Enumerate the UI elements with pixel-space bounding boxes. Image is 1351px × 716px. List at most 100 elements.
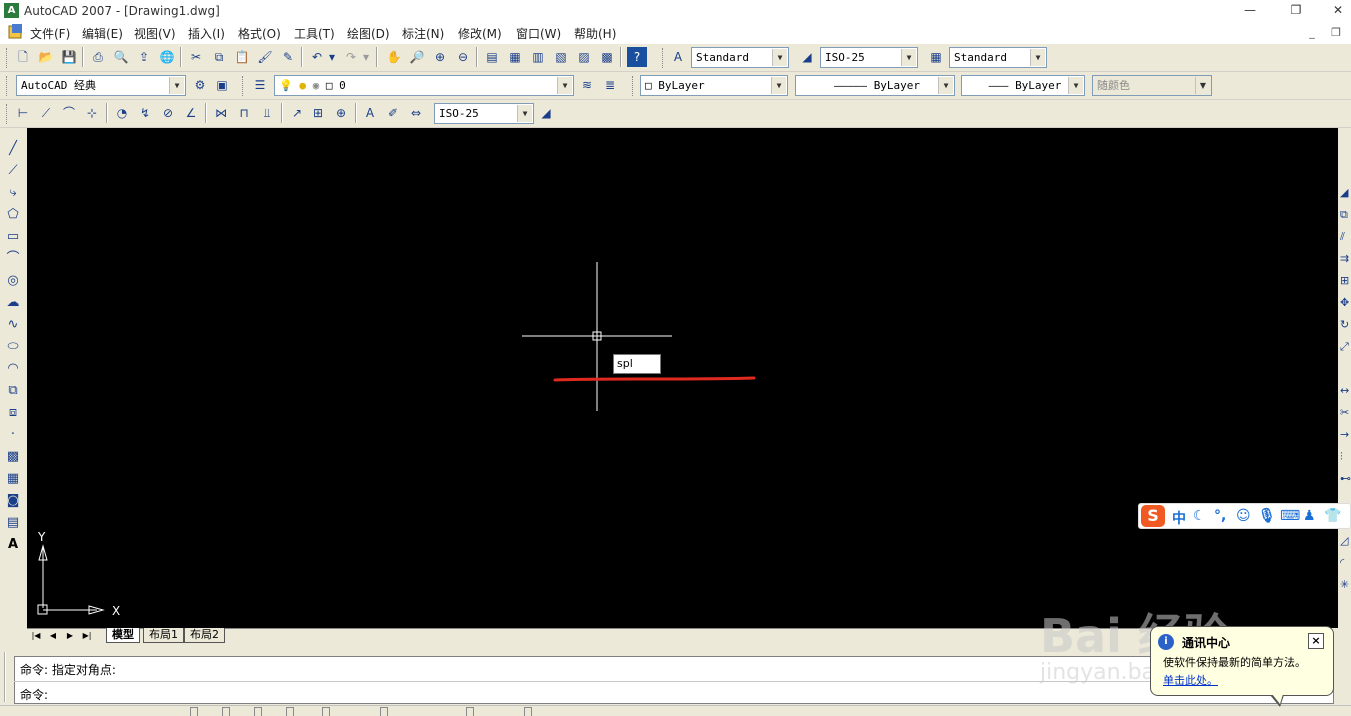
status-otrack-button[interactable] <box>380 707 388 716</box>
spline-icon[interactable]: ∿ <box>2 314 24 335</box>
hatch-icon[interactable]: ▩ <box>2 446 24 467</box>
status-model-button[interactable] <box>524 707 532 716</box>
dynamic-input-tooltip[interactable]: spl <box>613 354 661 374</box>
sogou-logo-icon[interactable]: S <box>1141 505 1165 527</box>
baseline-icon[interactable]: ⊓ <box>234 103 254 123</box>
leader-icon[interactable]: ↗ <box>287 103 307 123</box>
diameter-icon[interactable]: ⊘ <box>158 103 178 123</box>
status-osnap-button[interactable] <box>322 707 330 716</box>
layer-previous-icon[interactable]: ≣ <box>600 75 620 95</box>
construction-line-icon[interactable]: ⟋ <box>2 160 24 181</box>
trim-icon[interactable]: ✂ <box>1340 406 1351 424</box>
minimize-button[interactable]: — <box>1227 0 1273 22</box>
circle-icon[interactable]: ◎ <box>2 270 24 291</box>
publish-icon[interactable]: ⇪ <box>134 47 154 67</box>
make-block-icon[interactable]: ⧈ <box>2 402 24 423</box>
status-snap-button[interactable] <box>190 707 198 716</box>
zoom-realtime-icon[interactable]: 🔎 <box>407 47 427 67</box>
ellipse-arc-icon[interactable]: ◠ <box>2 358 24 379</box>
last-tab-button[interactable]: ▶| <box>80 629 94 643</box>
update-dim-icon[interactable]: ⇔ <box>406 103 426 123</box>
shirt-icon[interactable]: 👕 <box>1324 508 1341 524</box>
polygon-icon[interactable]: ⬠ <box>2 204 24 225</box>
markup-icon[interactable]: ▨ <box>574 47 594 67</box>
command-window-grip[interactable] <box>4 652 10 702</box>
dimedit-icon[interactable]: A <box>360 103 380 123</box>
stretch-icon[interactable]: ↔ <box>1340 384 1351 402</box>
menu-window[interactable]: 窗口(W) <box>516 25 561 42</box>
fillet-icon[interactable]: ◜ <box>1340 556 1351 574</box>
emoji-icon[interactable]: ☺ <box>1236 508 1251 524</box>
linear-dim-icon[interactable]: ⊢ <box>13 103 33 123</box>
keyboard-icon[interactable]: ⌨ <box>1280 508 1300 524</box>
toolbar-grip[interactable] <box>242 76 245 96</box>
dim-style-select-2[interactable]: ISO-25 ▼ <box>434 103 534 124</box>
line-icon[interactable]: ╱ <box>2 138 24 159</box>
command-prompt[interactable]: 命令: <box>20 686 48 703</box>
quick-dim-icon[interactable]: ⋈ <box>211 103 231 123</box>
rotate-icon[interactable]: ↻ <box>1340 318 1351 336</box>
open-icon[interactable]: 📂 <box>36 47 56 67</box>
menu-draw[interactable]: 绘图(D) <box>347 25 390 42</box>
restore-button[interactable]: ❐ <box>1273 0 1319 22</box>
erase-icon[interactable]: ◢ <box>1340 186 1351 204</box>
array-icon[interactable]: ⊞ <box>1340 274 1351 292</box>
table-icon[interactable]: ▤ <box>2 512 24 533</box>
toolbar-grip[interactable] <box>662 48 665 68</box>
menu-insert[interactable]: 插入(I) <box>188 25 225 42</box>
design-center-icon[interactable]: ▦ <box>505 47 525 67</box>
save-icon[interactable]: 💾 <box>59 47 79 67</box>
balloon-close-button[interactable]: × <box>1308 633 1324 649</box>
offset-icon[interactable]: ⇉ <box>1340 252 1351 270</box>
tool-palettes-icon[interactable]: ▥ <box>528 47 548 67</box>
ime-mode-toggle[interactable]: 中 <box>1172 508 1186 528</box>
workspace-settings-icon[interactable]: ⚙ <box>190 75 210 95</box>
insert-block-icon[interactable]: ⧉ <box>2 380 24 401</box>
menu-dimension[interactable]: 标注(N) <box>402 25 444 42</box>
mdi-restore-button[interactable]: ❐ <box>1326 25 1346 41</box>
calculator-icon[interactable]: ▩ <box>597 47 617 67</box>
angular-icon[interactable]: ∠ <box>181 103 201 123</box>
properties-icon[interactable]: ▤ <box>482 47 502 67</box>
tab-layout2[interactable]: 布局2 <box>184 628 225 643</box>
redo-icon[interactable]: ↷ <box>341 47 361 67</box>
prev-tab-button[interactable]: ◀ <box>46 629 60 643</box>
user-icon[interactable]: ♟ <box>1303 508 1316 524</box>
workspace-select[interactable]: AutoCAD 经典 ▼ <box>16 75 186 96</box>
toolbar-grip[interactable] <box>632 76 635 96</box>
linetype-select[interactable]: ————— ByLayer ▼ <box>795 75 955 96</box>
point-icon[interactable]: · <box>2 424 24 445</box>
status-ortho-button[interactable] <box>254 707 262 716</box>
ordinate-icon[interactable]: ⊹ <box>82 103 102 123</box>
arc-length-icon[interactable]: ⌒ <box>59 103 79 123</box>
tab-model[interactable]: 模型 <box>106 628 140 643</box>
dim-style-icon[interactable]: ◢ <box>797 47 817 67</box>
table-style-select[interactable]: Standard ▼ <box>949 47 1047 68</box>
dim-style-select[interactable]: ISO-25 ▼ <box>820 47 918 68</box>
move-icon[interactable]: ✥ <box>1340 296 1351 314</box>
tab-layout1[interactable]: 布局1 <box>143 628 184 643</box>
radius-icon[interactable]: ◔ <box>112 103 132 123</box>
menu-tools[interactable]: 工具(T) <box>294 25 335 42</box>
undo-dropdown-icon[interactable]: ▾ <box>326 47 338 67</box>
table-style-icon[interactable]: ▦ <box>926 47 946 67</box>
sheet-set-icon[interactable]: ▧ <box>551 47 571 67</box>
extend-icon[interactable]: → <box>1340 428 1351 446</box>
toolbar-grip[interactable] <box>6 104 9 124</box>
next-tab-button[interactable]: ▶ <box>63 629 77 643</box>
mdi-minimize-button[interactable]: _ <box>1302 25 1322 41</box>
punctuation-icon[interactable]: °, <box>1214 508 1226 524</box>
workspace-save-icon[interactable]: ▣ <box>212 75 232 95</box>
menu-format[interactable]: 格式(O) <box>238 25 281 42</box>
mirror-icon[interactable]: ⫽ <box>1340 230 1351 248</box>
toolbar-grip[interactable] <box>6 76 9 96</box>
polyline-icon[interactable]: ⤷ <box>2 182 24 203</box>
print-preview-icon[interactable]: 🔍 <box>111 47 131 67</box>
layer-select[interactable]: 💡 ● ◉ □ 0 ▼ <box>274 75 574 96</box>
block-editor-icon[interactable]: ✎ <box>278 47 298 67</box>
menu-help[interactable]: 帮助(H) <box>574 25 616 42</box>
match-properties-icon[interactable]: 🖌 <box>255 47 275 67</box>
cut-icon[interactable]: ✂ <box>186 47 206 67</box>
mic-icon[interactable]: 🎙 <box>1258 508 1276 524</box>
print-icon[interactable]: ⎙ <box>88 47 108 67</box>
